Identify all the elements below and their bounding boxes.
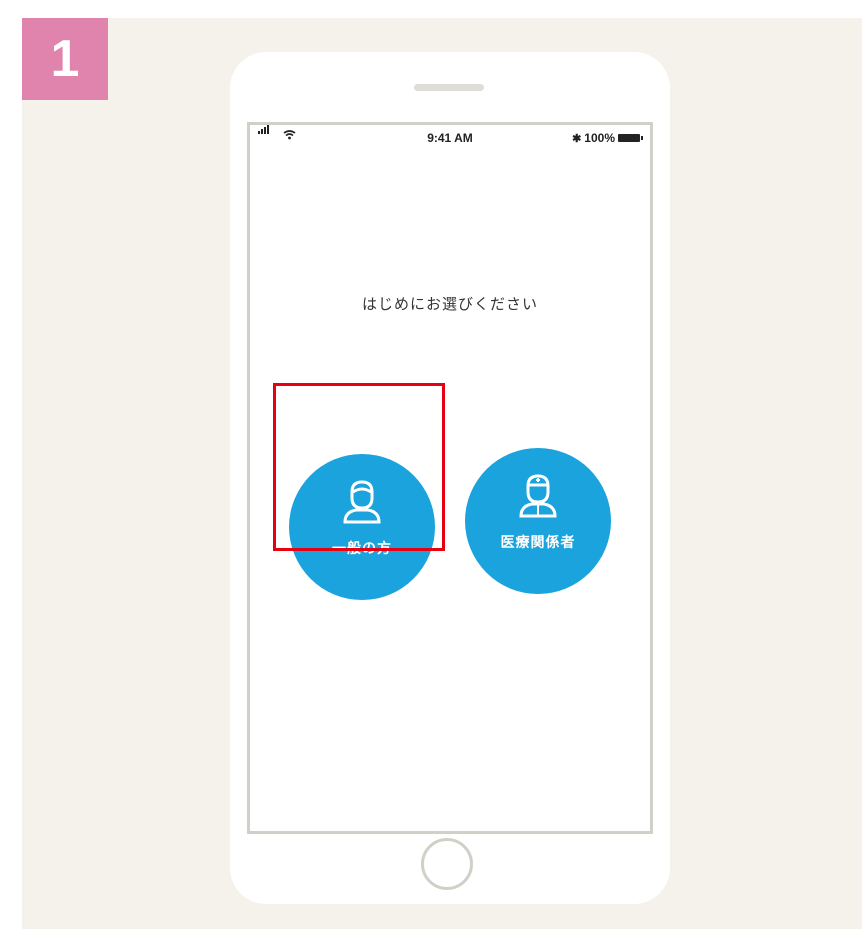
bluetooth-icon: ✱ (572, 132, 582, 145)
selection-highlight-box (273, 383, 445, 551)
status-bar: 9:41 AM ✱ 100% (250, 125, 650, 151)
medical-staff-icon (519, 474, 557, 518)
medical-professional-button[interactable]: 医療関係者 (465, 448, 611, 594)
step-number-badge: 1 (22, 18, 108, 100)
battery-status: ✱ 100% (572, 131, 643, 145)
battery-percent: 100% (584, 131, 615, 145)
home-button[interactable] (421, 838, 473, 890)
phone-speaker (414, 84, 484, 91)
medical-professional-label: 医療関係者 (500, 535, 576, 551)
selection-prompt: はじめにお選びください (361, 295, 538, 313)
battery-icon (618, 134, 643, 142)
